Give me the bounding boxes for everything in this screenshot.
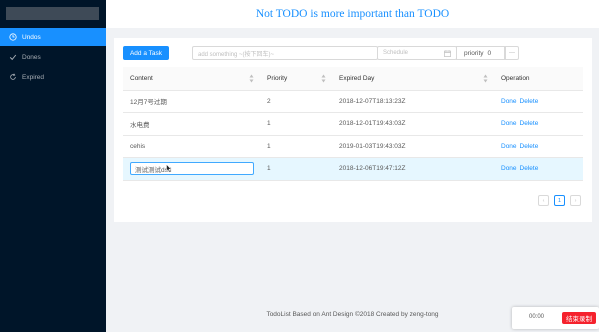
priority-label: priority: [464, 49, 484, 57]
cell-content[interactable]: 12月7号过期: [123, 90, 260, 113]
done-link[interactable]: Done: [501, 165, 517, 172]
add-task-button[interactable]: Add a Task: [123, 46, 169, 60]
column-header-operation: Operation: [494, 67, 583, 91]
done-link[interactable]: Done: [501, 120, 517, 127]
cell-operation: Done Delete: [494, 135, 583, 158]
page-item-1[interactable]: 1: [554, 195, 565, 206]
sidebar-item-label: Dones: [22, 53, 41, 61]
sidebar-item-label: Expired: [22, 73, 45, 81]
table-header-row: Content Priority Expired Day Operation: [123, 67, 583, 91]
cell-expired: 2018-12-06T19:47:12Z: [332, 157, 494, 181]
column-header-content[interactable]: Content: [123, 67, 260, 91]
column-header-label: Priority: [267, 74, 288, 82]
column-header-expired[interactable]: Expired Day: [332, 67, 494, 91]
prev-page-button[interactable]: ‹: [538, 195, 549, 206]
main-content: Add a Task add something ~(按下回车)~ Schedu…: [114, 38, 592, 222]
calendar-icon: [444, 50, 451, 57]
table-row: cehis 1 2019-01-03T19:43:03Z Done Delete: [123, 135, 583, 158]
mouse-pointer-icon: [166, 164, 172, 173]
priority-value: 0: [487, 49, 492, 57]
recording-timer: 00:00: [529, 314, 545, 320]
sort-icon: [321, 74, 326, 83]
cell-priority: 1: [260, 112, 332, 136]
delete-link[interactable]: Delete: [520, 120, 539, 127]
done-link[interactable]: Done: [501, 98, 517, 105]
task-table: Content Priority Expired Day Operation 1…: [123, 67, 583, 181]
sidebar-item-expired[interactable]: Expired: [0, 68, 106, 86]
cell-priority: 2: [260, 90, 332, 113]
done-link[interactable]: Done: [501, 143, 517, 150]
sidebar-item-dones[interactable]: Dones: [0, 48, 106, 66]
table-row: 12月7号过期 2 2018-12-07T18:13:23Z Done Delet…: [123, 90, 583, 113]
page-title: Not TODO is more important than TODO: [255, 8, 450, 20]
column-header-label: Operation: [501, 74, 530, 82]
cell-content: 测试测试dsd: [123, 157, 260, 181]
check-icon: [8, 52, 18, 62]
next-page-button[interactable]: ›: [570, 195, 581, 206]
schedule-picker[interactable]: Schedule: [377, 46, 457, 60]
cell-expired: 2018-12-07T18:13:23Z: [332, 90, 494, 113]
column-header-priority[interactable]: Priority: [260, 67, 332, 91]
stop-recording-button[interactable]: 结束录制: [562, 312, 596, 324]
column-header-label: Content: [130, 74, 153, 82]
sidebar-item-undos[interactable]: Undos: [0, 28, 106, 46]
refresh-icon: [8, 72, 18, 82]
sort-icon: [249, 74, 254, 83]
column-header-label: Expired Day: [339, 74, 375, 82]
pagination: ‹ 1 ›: [538, 195, 581, 207]
logo: [6, 7, 99, 20]
table-row: 测试测试dsd 1 2018-12-06T19:47:12Z Done Delet…: [123, 157, 583, 181]
cell-operation: Done Delete: [494, 90, 583, 113]
delete-link[interactable]: Delete: [520, 165, 539, 172]
delete-link[interactable]: Delete: [520, 143, 539, 150]
cell-content[interactable]: 水电费: [123, 112, 260, 136]
task-input-placeholder: add something ~(按下回车)~: [198, 51, 275, 58]
schedule-placeholder: Schedule: [383, 50, 409, 56]
screen-recorder-widget: 00:00 结束录制: [512, 307, 599, 329]
sidebar-menu: Undos Dones Expired: [0, 28, 106, 88]
cell-expired: 2018-12-01T19:43:03Z: [332, 112, 494, 136]
task-toolbar: Add a Task add something ~(按下回车)~ Schedu…: [123, 46, 583, 60]
content-edit-input[interactable]: 测试测试dsd: [130, 162, 254, 176]
cell-operation: Done Delete: [494, 112, 583, 136]
sort-icon: [483, 74, 488, 83]
cell-operation: Done Delete: [494, 157, 583, 181]
header: Not TODO is more important than TODO: [106, 0, 599, 28]
sidebar-item-label: Undos: [22, 33, 41, 41]
cell-expired: 2019-01-03T19:43:03Z: [332, 135, 494, 158]
delete-link[interactable]: Delete: [520, 98, 539, 105]
task-input[interactable]: add something ~(按下回车)~: [192, 46, 378, 60]
table-row: 水电费 1 2018-12-01T19:43:03Z Done Delete: [123, 112, 583, 136]
more-options-button[interactable]: ···: [505, 46, 519, 60]
priority-selector[interactable]: priority 0: [456, 46, 505, 60]
cell-priority: 1: [260, 135, 332, 158]
cell-content[interactable]: cehis: [123, 135, 260, 158]
clock-icon: [8, 32, 18, 42]
sidebar: Undos Dones Expired: [0, 0, 106, 332]
cell-priority: 1: [260, 157, 332, 181]
